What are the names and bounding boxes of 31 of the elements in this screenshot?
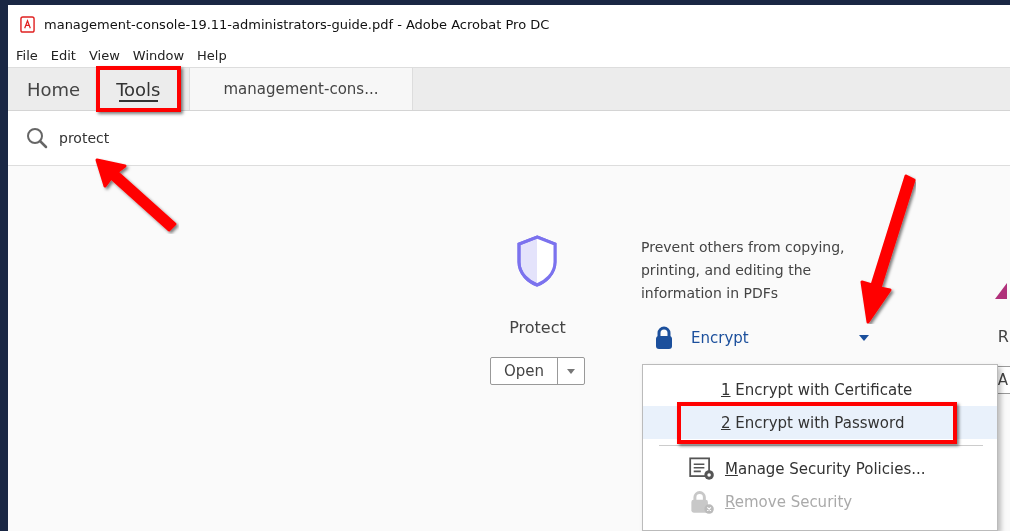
encrypt-dropdown[interactable]: Encrypt: [641, 325, 869, 351]
menu-item[interactable]: Edit: [50, 47, 76, 63]
caret-icon: [567, 368, 575, 374]
menu-item[interactable]: Help: [197, 47, 227, 63]
menu-item[interactable]: Manage Security Policies...: [643, 452, 997, 485]
search-field[interactable]: protect: [59, 130, 259, 146]
menu-item-label: 1 Encrypt with Certificate: [721, 380, 913, 399]
tool-description: Prevent others from copying, printing, and editing the information in PDFs: [641, 238, 846, 303]
tab[interactable]: Home: [8, 68, 92, 110]
menu-item-label: 2 Encrypt with Password: [721, 413, 905, 432]
tab[interactable]: Tools: [105, 68, 172, 110]
encrypt-label: Encrypt: [691, 329, 750, 347]
menu-item[interactable]: Window: [132, 47, 185, 63]
lock-icon: [689, 488, 715, 515]
window-title: management-console-19.11-administrators-guide.pdf - Adobe Acrobat Pro DC: [44, 16, 550, 32]
open-split-button[interactable]: Open: [490, 357, 585, 385]
pdf-file-icon: [20, 15, 35, 33]
tool-name: Protect: [509, 318, 566, 337]
menu-item[interactable]: File: [16, 47, 38, 63]
menu-item-label: Remove Security: [725, 492, 853, 511]
shield-icon: [515, 234, 560, 288]
tool-name: R: [996, 327, 1009, 346]
list-gear-icon: [689, 455, 715, 482]
lock-icon: [655, 326, 673, 350]
menu-item[interactable]: 1 Encrypt with Certificate: [643, 373, 997, 406]
menu-item-label: Manage Security Policies...: [725, 459, 926, 478]
search-icon: [25, 126, 49, 150]
caret-icon: [858, 335, 869, 341]
tab[interactable]: management-cons...: [188, 68, 414, 110]
open-button[interactable]: Open: [491, 358, 558, 384]
menu-item[interactable]: View: [88, 47, 120, 63]
